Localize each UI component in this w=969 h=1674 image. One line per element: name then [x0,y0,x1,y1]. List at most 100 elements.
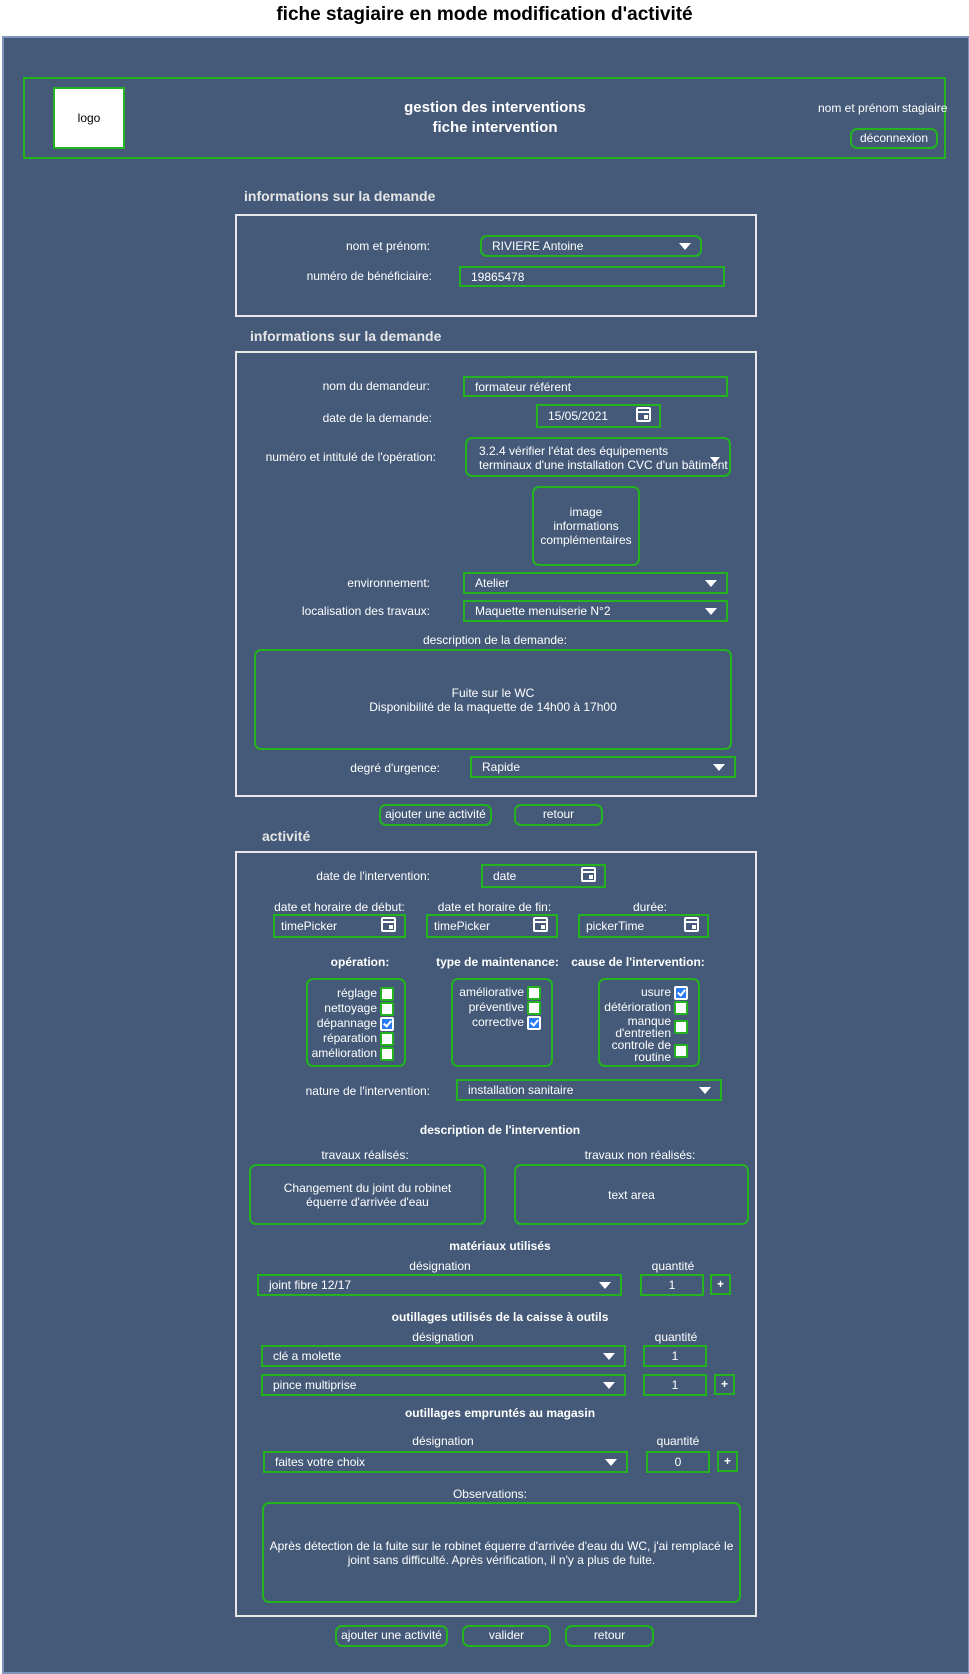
not-done-textarea[interactable]: text area [514,1164,749,1225]
borrowed-value: faites votre choix [275,1455,366,1469]
checkbox-corrective[interactable] [527,1015,541,1030]
checkbox-row[interactable]: manque d'entretien [600,1015,688,1039]
material-quantity-field[interactable]: 1 [640,1274,704,1296]
checkbox-label: manque d'entretien [615,1014,671,1040]
add-material-button[interactable]: + [710,1274,731,1295]
borrowed-quantity-field[interactable]: 0 [646,1451,710,1473]
borrowed-quantity-label: quantité [656,1434,700,1448]
checkbox-label: dépannage [316,1016,377,1030]
add-activity-button[interactable]: ajouter une activité [379,804,492,826]
add-activity-button[interactable]: ajouter une activité [335,1625,448,1647]
add-tool-button[interactable]: + [714,1374,735,1395]
done-line2: équerre d'arrivée d'eau [306,1194,429,1209]
calendar-icon[interactable] [684,917,699,932]
tool-select[interactable]: pince multiprise [261,1374,626,1396]
duration-picker[interactable]: pickerTime [578,914,709,938]
borrowed-select[interactable]: faites votre choix [263,1451,628,1473]
checkbox-row[interactable]: réparation [308,1031,394,1046]
tools-designation-label: désignation [412,1330,474,1344]
checkbox-row[interactable]: améliorative [453,985,541,1000]
checkbox-nettoyage[interactable] [380,1001,394,1016]
name-select[interactable]: RIVIERE Antoine [480,235,702,257]
tool-select[interactable]: clé a molette [261,1345,626,1367]
checkbox-row[interactable]: réglage [308,986,394,1001]
checkbox-label: améliorative [459,985,524,999]
intervention-date-value: date [493,869,517,883]
add-borrowed-button[interactable]: + [717,1451,738,1472]
done-line1: Changement du joint du robinet [283,1180,452,1195]
nature-select[interactable]: installation sanitaire [456,1079,722,1101]
page-title: fiche stagiaire en mode modification d'a… [276,4,693,25]
urgency-select[interactable]: Rapide [470,756,736,778]
checkbox-manque-entretien[interactable] [674,1020,688,1034]
checkbox-usure[interactable] [674,985,688,1000]
checkbox-reparation[interactable] [380,1031,394,1046]
observations-line2: joint sans difficulté. Après vérificatio… [347,1552,656,1567]
checkbox-amelioration[interactable] [380,1046,394,1061]
calendar-icon[interactable] [636,407,651,422]
logout-button[interactable]: déconnexion [850,128,938,149]
checkbox-label: amélioration [311,1046,377,1060]
checkbox-label: détérioration [604,1000,671,1014]
description-textarea[interactable]: Fuite sur le WC Disponibilité de la maqu… [254,649,732,750]
tools-title: outillages utilisés de la caisse à outil… [391,1310,609,1324]
material-select[interactable]: joint fibre 12/17 [257,1274,622,1296]
checkbox-row[interactable]: préventive [453,1000,541,1015]
urgency-label: degré d'urgence: [350,761,440,775]
start-time-picker[interactable]: timePicker [273,914,406,938]
chevron-down-icon [705,580,717,587]
calendar-icon[interactable] [533,917,548,932]
checkbox-label: réglage [336,986,377,1000]
start-time-value: timePicker [281,919,338,933]
checkbox-label: controle de routine [611,1038,671,1064]
end-time-picker[interactable]: timePicker [426,914,558,938]
intervention-date-picker[interactable]: date [481,864,606,888]
checkbox-label: usure [640,985,671,999]
checkbox-row[interactable]: usure [600,985,688,1000]
checkbox-preventive[interactable] [527,1000,541,1015]
requester-field[interactable]: formateur référent [463,376,728,397]
chevron-down-icon [679,243,691,250]
materials-designation-label: désignation [409,1259,471,1273]
location-select[interactable]: Maquette menuiserie N°2 [463,600,728,622]
app-title-line1: gestion des interventions [404,99,586,116]
calendar-icon[interactable] [381,917,396,932]
observations-textarea[interactable]: Après détection de la fuite sur le robin… [262,1502,741,1603]
nature-value: installation sanitaire [468,1083,574,1097]
done-textarea[interactable]: Changement du joint du robinet équerre d… [249,1164,486,1225]
checkbox-row[interactable]: nettoyage [308,1001,394,1016]
tool-quantity-field[interactable]: 1 [643,1374,707,1396]
request-date-picker[interactable]: 15/05/2021 [536,404,661,428]
chevron-down-icon [710,457,720,463]
location-label: localisation des travaux: [301,604,430,618]
checkbox-depannage[interactable] [380,1016,394,1031]
checkbox-row[interactable]: dépannage [308,1016,394,1031]
validate-button[interactable]: valider [462,1625,551,1647]
chevron-down-icon [599,1282,611,1289]
tool-value: pince multiprise [273,1378,357,1392]
beneficiary-field[interactable]: 19865478 [459,266,725,287]
checkbox-row[interactable]: amélioration [308,1046,394,1061]
checkbox-row[interactable]: détérioration [600,1000,688,1015]
back-button[interactable]: retour [514,804,603,826]
chevron-down-icon [603,1353,615,1360]
checkbox-label: préventive [468,1000,524,1014]
tool-quantity-field[interactable]: 1 [643,1345,707,1367]
checkbox-row[interactable]: corrective [453,1015,541,1030]
back-button[interactable]: retour [565,1625,654,1647]
checkbox-controle-routine[interactable] [674,1044,688,1058]
operation-select[interactable]: 3.2.4 vérifier l'état des équipements te… [465,437,731,477]
maintenance-group-title: type de maintenance: [436,955,559,969]
checkbox-deterioration[interactable] [674,1000,688,1015]
checkbox-ameliorative[interactable] [527,985,541,1000]
chevron-down-icon [603,1382,615,1389]
operation-checkbox-group: réglage nettoyage dépannage réparation a… [306,978,406,1067]
environment-select[interactable]: Atelier [463,572,728,594]
name-label: nom et prénom: [345,239,430,253]
borrowed-designation-label: désignation [412,1434,474,1448]
nature-label: nature de l'intervention: [305,1084,430,1098]
checkbox-reglage[interactable] [380,986,394,1001]
logo-text: logo [77,111,101,125]
checkbox-row[interactable]: controle de routine [600,1039,688,1063]
calendar-icon[interactable] [581,867,596,882]
